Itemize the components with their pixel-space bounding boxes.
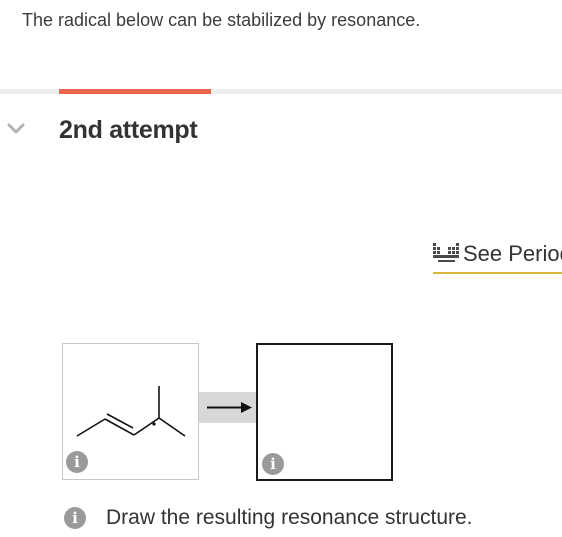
- info-icon[interactable]: i: [262, 453, 284, 475]
- reaction-arrow-band: [199, 392, 256, 423]
- periodic-table-label: See Periodic Table: [463, 241, 562, 266]
- attempt-progress-fill: [59, 89, 211, 94]
- attempt-progress-track: [0, 89, 562, 94]
- drawing-canvas[interactable]: i: [256, 343, 393, 481]
- periodic-table-link[interactable]: See Periodic Table: [433, 238, 562, 274]
- periodic-table-icon: [433, 243, 459, 262]
- instruction-text: Draw the resulting resonance structure.: [106, 506, 473, 529]
- info-icon[interactable]: i: [64, 507, 86, 529]
- attempt-title: 2nd attempt: [59, 116, 198, 144]
- starting-structure-panel: i: [62, 343, 199, 480]
- chevron-down-icon[interactable]: [6, 122, 26, 136]
- info-icon[interactable]: i: [66, 451, 88, 473]
- question-text: The radical below can be stabilized by r…: [22, 10, 421, 30]
- reaction-arrow-icon: [207, 402, 252, 413]
